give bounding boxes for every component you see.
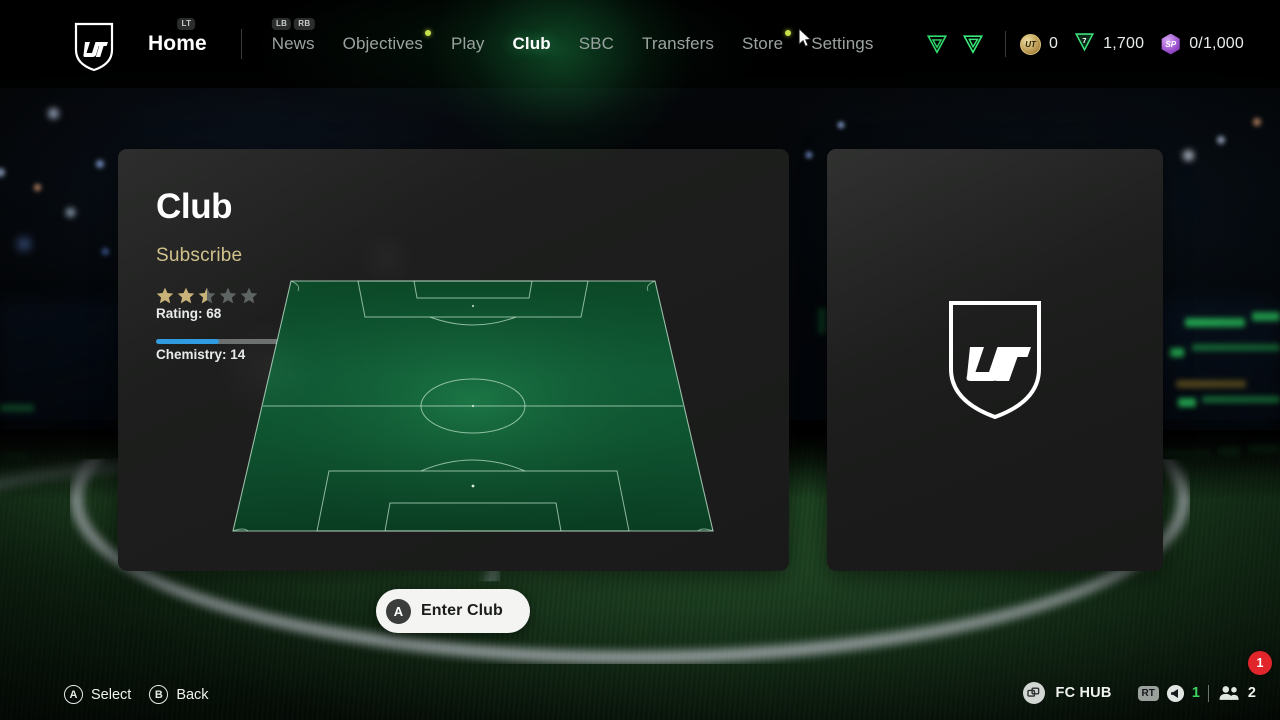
voice-channel-count: 1 — [1191, 685, 1200, 701]
fc-points-icon: 7 — [1074, 31, 1095, 57]
nav-item-news-label: News — [271, 34, 315, 53]
bokeh-light — [34, 184, 41, 191]
nav-item-objectives-label: Objectives — [342, 34, 424, 53]
nav-item-store-label: Store — [742, 34, 784, 53]
nav-item-sbc[interactable]: SBC — [565, 0, 628, 88]
led-board — [1170, 348, 1184, 357]
bokeh-light — [66, 208, 75, 217]
fut-club-screen: LT Home LB RB News Objectives Play Club … — [0, 0, 1280, 720]
status-divider — [1207, 684, 1209, 702]
club-crest-card[interactable] — [827, 149, 1163, 571]
nav-item-club[interactable]: Club — [499, 0, 565, 88]
fc-hub-label: FC HUB — [1055, 685, 1112, 701]
star-full-icon — [177, 287, 195, 304]
bokeh-light — [1253, 118, 1261, 126]
ut-crest-icon — [947, 299, 1043, 421]
rt-trigger-badge: RT — [1137, 685, 1159, 701]
nav-item-objectives[interactable]: Objectives — [329, 0, 437, 88]
nav-currency-divider — [1005, 31, 1007, 57]
nav-item-settings[interactable]: Settings — [797, 0, 887, 88]
fc-points-value: 1,700 — [1103, 35, 1145, 52]
a-button-icon: A — [386, 598, 411, 624]
bokeh-light — [806, 152, 812, 158]
bokeh-light — [96, 160, 104, 168]
page-title: Club — [156, 187, 233, 226]
bumper-lt: LT — [177, 18, 196, 30]
bumper-lb: LB — [271, 18, 292, 30]
nav-item-transfers[interactable]: Transfers — [628, 0, 728, 88]
ut-crest-icon — [74, 22, 114, 72]
enter-club-label: Enter Club — [421, 602, 503, 619]
bokeh-light — [48, 108, 59, 119]
store-notification-dot — [785, 30, 792, 36]
ut-coin-icon: UT — [1020, 33, 1042, 55]
nav-item-settings-label: Settings — [811, 34, 874, 53]
hint-back-label: Back — [176, 686, 209, 703]
nav-currency-area: UT 0 7 1,700 SP 0/1,000 — [919, 0, 1244, 88]
bumper-rb: RB — [294, 18, 315, 30]
green-triangle-icon[interactable] — [962, 33, 984, 55]
nav-item-home-label: Home — [148, 32, 207, 55]
led-board — [1176, 380, 1246, 388]
season-points-icon: SP — [1161, 33, 1180, 55]
nav-item-store[interactable]: Store — [728, 0, 797, 88]
status-bar: FC HUB RT 1 2 — [1022, 682, 1256, 704]
bokeh-light — [1183, 150, 1194, 161]
nav-home-bumper-hints: LT — [177, 18, 196, 30]
nav-items: LT Home LB RB News Objectives Play Club … — [148, 0, 887, 88]
led-board — [1178, 398, 1196, 407]
bokeh-light — [102, 248, 109, 255]
bokeh-light — [1217, 136, 1225, 144]
nav-item-home[interactable]: LT Home — [148, 0, 225, 88]
top-navigation-bar: LT Home LB RB News Objectives Play Club … — [0, 0, 1280, 166]
enter-club-button[interactable]: A Enter Club — [376, 589, 530, 633]
hint-select-label: Select — [91, 686, 132, 703]
led-board — [1252, 312, 1280, 321]
hint-back[interactable]: B Back — [149, 685, 209, 704]
led-board — [0, 404, 34, 412]
people-icon[interactable] — [1218, 685, 1240, 701]
star-full-icon — [156, 287, 174, 304]
ut-coins-value: 0 — [1049, 35, 1059, 52]
nav-news-bumper-hints: LB RB — [271, 18, 315, 30]
fc-hub-button[interactable]: FC HUB — [1022, 682, 1112, 704]
speaker-icon[interactable] — [1166, 684, 1185, 703]
friends-online-count: 2 — [1247, 685, 1256, 701]
svg-text:7: 7 — [1083, 36, 1087, 45]
football-pitch-graphic — [218, 273, 728, 539]
star-half-icon — [198, 287, 216, 304]
controller-hints: A Select B Back — [64, 685, 209, 704]
a-button-icon: A — [64, 685, 83, 704]
currency-fc-points[interactable]: 7 1,700 — [1074, 31, 1144, 57]
led-board — [1202, 396, 1280, 403]
club-card[interactable]: Club Subscribe Rating: 68 Chemistry: 14 — [118, 149, 789, 571]
led-board — [818, 308, 826, 334]
bokeh-light — [18, 238, 30, 250]
nav-item-transfers-label: Transfers — [641, 34, 715, 53]
objectives-notification-dot — [425, 30, 432, 36]
hint-select[interactable]: A Select — [64, 685, 131, 704]
led-board — [1185, 318, 1245, 327]
nav-divider — [240, 29, 242, 59]
currency-season-points[interactable]: SP 0/1,000 — [1160, 33, 1244, 55]
nav-item-club-label: Club — [512, 34, 551, 53]
nav-item-play[interactable]: Play — [437, 0, 498, 88]
chemistry-progress-fill — [156, 339, 219, 344]
green-triangle-icon[interactable] — [926, 33, 948, 55]
nav-item-play-label: Play — [451, 34, 485, 53]
season-points-value: 0/1,000 — [1189, 35, 1244, 52]
subscribe-link[interactable]: Subscribe — [156, 245, 242, 267]
notification-badge[interactable]: 1 — [1248, 651, 1272, 675]
currency-ut-coins[interactable]: UT 0 — [1020, 33, 1059, 55]
club-rating-label: Rating: 68 — [156, 306, 222, 321]
nav-item-news[interactable]: LB RB News — [258, 0, 329, 88]
copy-windows-icon — [1022, 682, 1045, 704]
bokeh-light — [838, 122, 844, 128]
nav-item-sbc-label: SBC — [578, 34, 614, 53]
led-board — [1192, 344, 1280, 351]
b-button-icon: B — [149, 685, 169, 704]
